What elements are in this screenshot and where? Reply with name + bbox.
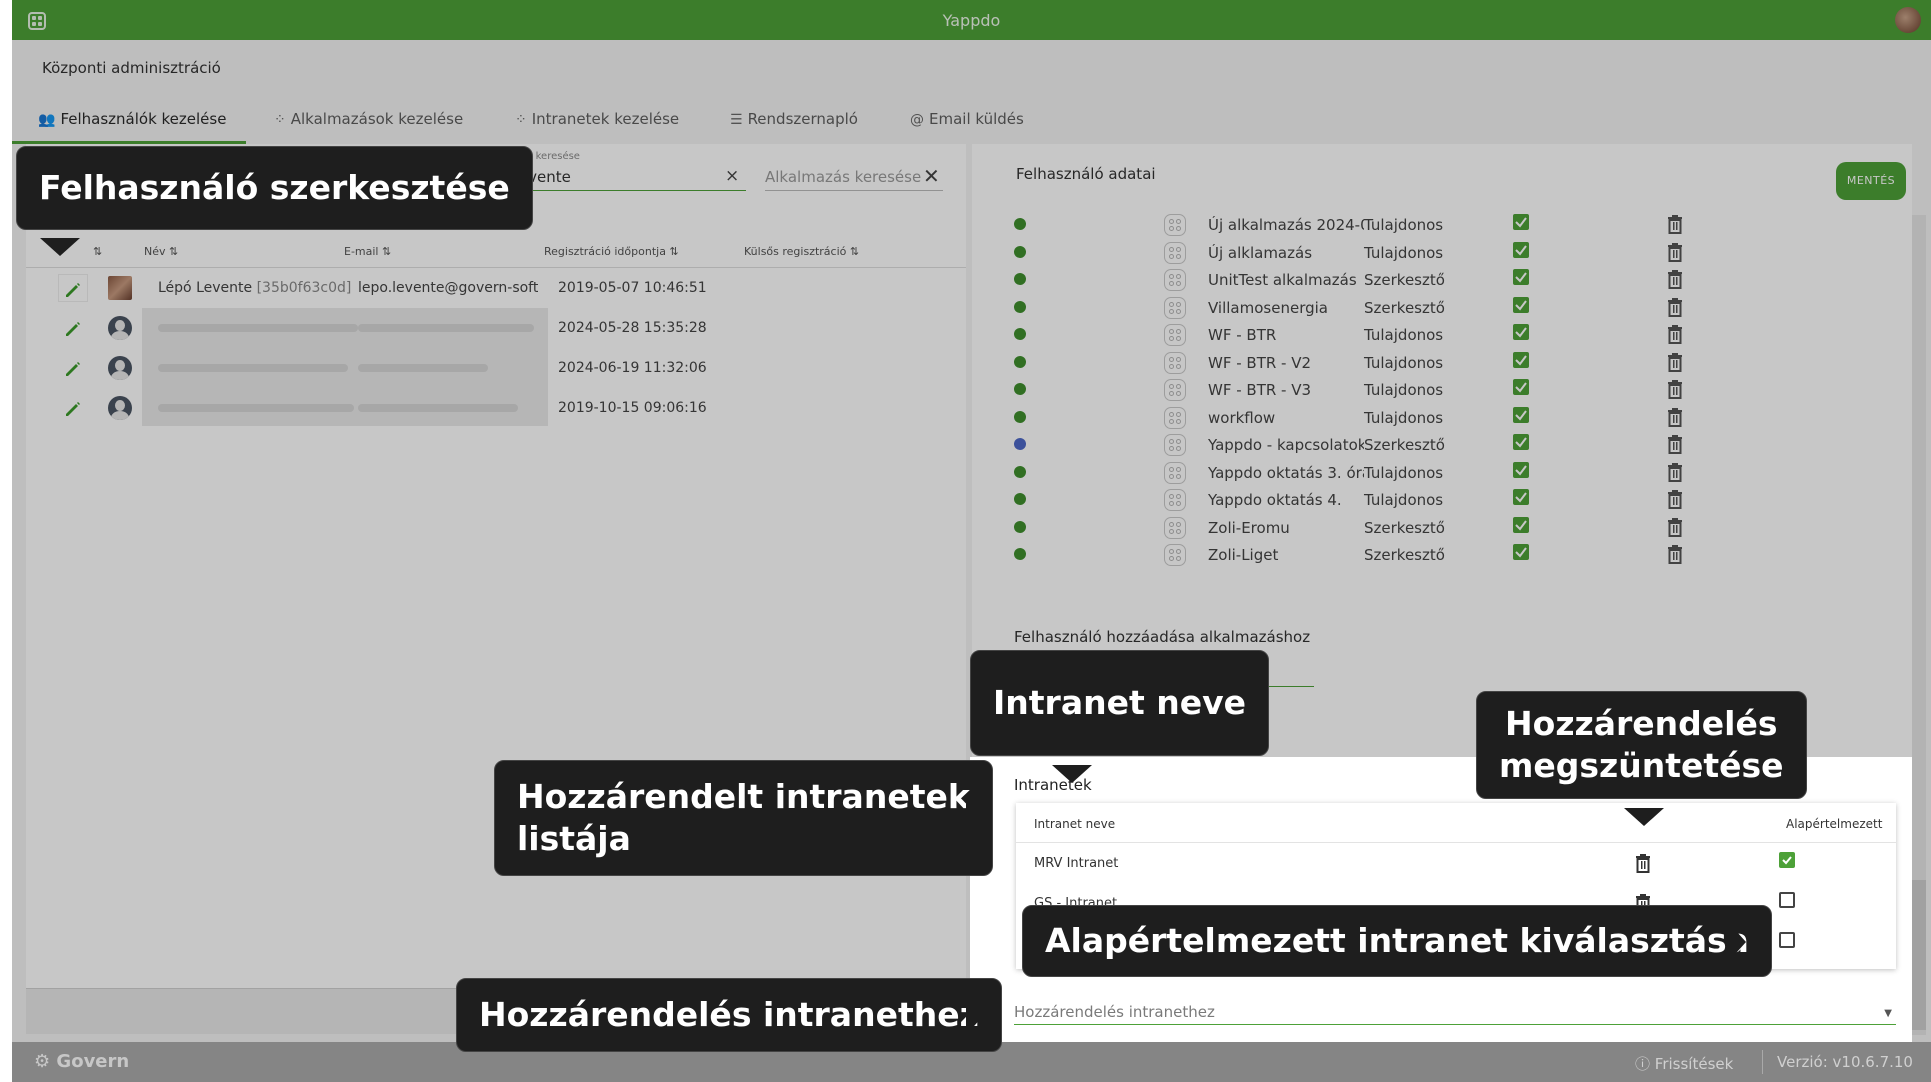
callout-unassign: Hozzárendelés megszüntetése [1476,691,1807,799]
callout-text: megszüntetése [1499,746,1784,785]
callout-arrow [1728,922,1746,962]
callout-arrow [1624,808,1664,826]
callout-assign-to: Hozzárendelés intranethez [456,978,1002,1052]
callout-arrow [966,797,984,837]
updates-label: Frissítések [1654,1055,1734,1073]
intranets-table-header: Intranet neve Alapértelmezett [1016,803,1896,843]
intranet-name: MRV Intranet [1034,856,1119,871]
gear-logo-icon: ⚙ [34,1051,51,1072]
updates-link[interactable]: ⓘ Frissítések [1635,1053,1733,1074]
callout-default-select: Alapértelmezett intranet kiválasztása [1022,905,1772,977]
callout-assigned-list: Hozzárendelt intranetek listája [494,760,993,876]
version-text: Verzió: v10.6.7.10 [1777,1053,1913,1071]
logo-text: Govern [56,1051,130,1072]
col-default: Alapértelmezett [1786,817,1883,831]
check-icon [1782,856,1792,865]
default-checkbox[interactable] [1779,892,1795,908]
trash-icon[interactable] [1634,853,1652,873]
divider [1762,1050,1763,1074]
chevron-down-icon: ▼ [1884,1008,1892,1019]
assign-intranet-placeholder: Hozzárendelés intranethez [1014,1003,1215,1021]
callout-text: Hozzárendelés [1505,704,1778,743]
callout-text: Hozzárendelés intranethez [479,995,979,1034]
callout-text: Alapértelmezett intranet kiválasztása [1045,921,1749,960]
info-icon: ⓘ [1635,1055,1651,1073]
callout-intranet-name: Intranet neve [970,650,1269,756]
callout-arrow [966,995,984,1035]
callout-arrow [1052,765,1092,783]
intranet-row: MRV Intranet [1016,843,1896,883]
callout-edit-user: Felhasználó szerkesztése [16,146,533,230]
assign-intranet-select[interactable]: Hozzárendelés intranethez ▼ [1014,1003,1896,1025]
callout-text: listája [517,819,631,858]
govern-logo: ⚙ Govern [34,1051,129,1072]
callout-text: Hozzárendelt intranetek [517,777,970,816]
default-checkbox[interactable] [1779,932,1795,948]
app-window: Yappdo Központi adminisztráció 👥 Felhaszn… [12,0,1931,1082]
callout-text: Felhasználó szerkesztése [39,168,510,207]
callout-arrow [40,238,80,256]
callout-text: Intranet neve [993,683,1246,722]
default-checkbox[interactable] [1779,852,1795,868]
col-intranet-name: Intranet neve [1034,817,1116,831]
